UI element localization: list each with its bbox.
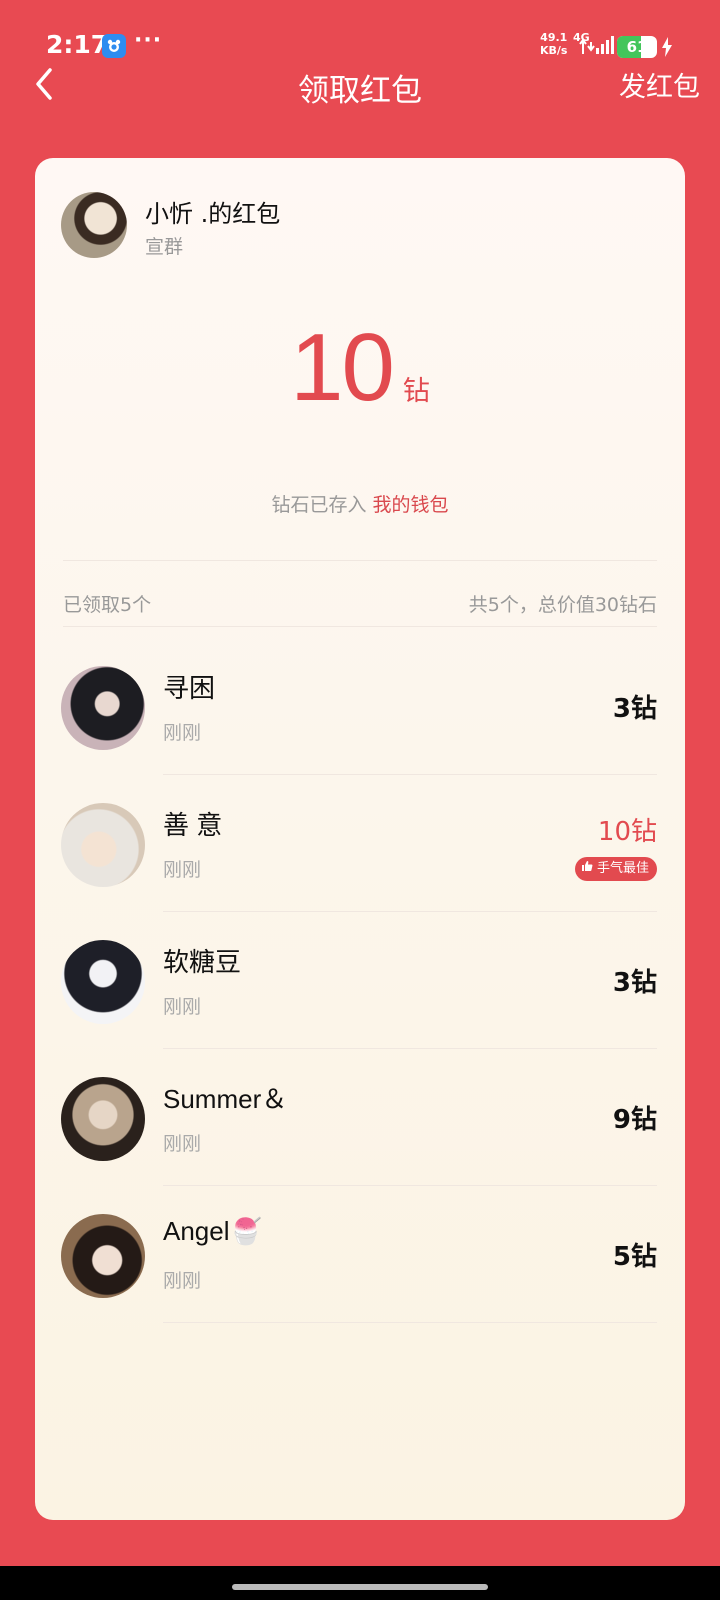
my-wallet-link[interactable]: 我的钱包 xyxy=(373,494,449,516)
more-notifications-icon: ··· xyxy=(134,28,163,53)
signal-icon xyxy=(578,34,614,60)
wallet-notice: 钻石已存入 我的钱包 xyxy=(35,490,685,517)
app-notification-icon xyxy=(102,34,126,58)
nav-bar: 领取红包 发红包 xyxy=(0,62,720,132)
claim-list: 寻困 刚刚 3钻 善 意 刚刚 10钻 手气最佳 软糖豆 刚刚 3钻 Summe… xyxy=(35,638,685,1323)
claim-time: 刚刚 xyxy=(163,859,202,881)
sender-group: 宣群 xyxy=(145,236,184,258)
claimed-count: 已领取5个 xyxy=(63,594,152,616)
amount-unit: 钻 xyxy=(402,376,430,407)
avatar[interactable] xyxy=(61,1077,145,1161)
claim-amount: 3钻 xyxy=(612,968,657,998)
battery-icon: 61 xyxy=(617,36,657,58)
system-nav-bar xyxy=(0,1566,720,1600)
claim-amount: 9钻 xyxy=(612,1105,657,1135)
page-title: 领取红包 xyxy=(298,73,422,109)
network-speed: 49.1 KB/s xyxy=(540,31,567,57)
status-time: 2:17 xyxy=(46,30,109,59)
claimer-name: Angel🍧 xyxy=(163,1216,262,1246)
sender-name: 小忻 .的红包 xyxy=(145,200,281,228)
sender-avatar[interactable] xyxy=(61,192,127,258)
list-item[interactable]: 善 意 刚刚 10钻 手气最佳 xyxy=(35,775,685,912)
claimer-name: 软糖豆 xyxy=(163,947,242,977)
claim-amount: 10钻 xyxy=(597,817,657,847)
claimer-name: 寻困 xyxy=(163,673,216,703)
divider xyxy=(63,560,657,561)
avatar[interactable] xyxy=(61,1214,145,1298)
claimer-name: 善 意 xyxy=(163,810,223,840)
best-luck-label: 手气最佳 xyxy=(596,861,649,876)
status-bar: 2:17 ··· 49.1 KB/s 4G 61 xyxy=(0,0,720,62)
divider xyxy=(63,626,657,627)
divider xyxy=(163,1322,657,1323)
list-item[interactable]: 寻困 刚刚 3钻 xyxy=(35,638,685,775)
total-summary: 共5个，总价值30钻石 xyxy=(468,594,657,616)
received-amount: 10 钻 xyxy=(35,313,685,423)
home-indicator[interactable] xyxy=(232,1584,488,1590)
claim-time: 刚刚 xyxy=(163,996,202,1018)
avatar[interactable] xyxy=(61,940,145,1024)
avatar[interactable] xyxy=(61,803,145,887)
amount-value: 10 xyxy=(290,314,395,421)
best-luck-badge: 手气最佳 xyxy=(574,857,657,881)
wallet-notice-text: 钻石已存入 xyxy=(271,494,367,516)
thumbs-up-icon xyxy=(581,857,593,881)
charging-icon xyxy=(662,37,672,61)
claim-time: 刚刚 xyxy=(163,1133,202,1155)
claim-amount: 3钻 xyxy=(612,694,657,724)
list-item[interactable]: Summer＆ 刚刚 9钻 xyxy=(35,1049,685,1186)
claim-amount: 5钻 xyxy=(612,1242,657,1272)
claimer-name: Summer＆ xyxy=(163,1084,288,1114)
red-packet-card: 小忻 .的红包 宣群 10 钻 钻石已存入 我的钱包 已领取5个 共5个，总价值3… xyxy=(35,158,685,1520)
claim-time: 刚刚 xyxy=(163,722,202,744)
network-speed-unit: KB/s xyxy=(540,44,568,57)
avatar[interactable] xyxy=(61,666,145,750)
claim-time: 刚刚 xyxy=(163,1270,202,1292)
network-speed-value: 49.1 xyxy=(540,31,568,44)
send-red-packet-button[interactable]: 发红包 xyxy=(619,65,700,104)
battery-level: 61 xyxy=(626,38,648,56)
list-item[interactable]: 软糖豆 刚刚 3钻 xyxy=(35,912,685,1049)
list-item[interactable]: Angel🍧 刚刚 5钻 xyxy=(35,1186,685,1323)
